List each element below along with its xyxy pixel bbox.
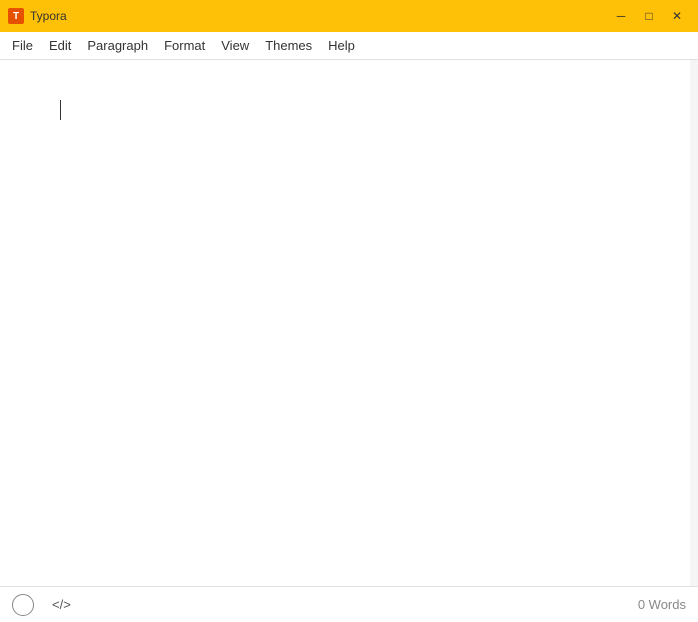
word-count: 0 Words	[638, 597, 686, 612]
editor-area[interactable]	[0, 60, 690, 586]
menu-item-format[interactable]: Format	[156, 34, 213, 57]
menu-item-file[interactable]: File	[4, 34, 41, 57]
menu-item-help[interactable]: Help	[320, 34, 363, 57]
source-code-button[interactable]: </>	[48, 595, 75, 614]
scrollbar[interactable]	[690, 60, 698, 586]
menu-item-paragraph[interactable]: Paragraph	[79, 34, 156, 57]
maximize-button[interactable]: □	[636, 6, 662, 26]
menu-item-edit[interactable]: Edit	[41, 34, 79, 57]
window-controls: ─ □ ✕	[608, 6, 690, 26]
main-content	[0, 60, 698, 586]
app-icon: T	[8, 8, 24, 24]
status-left: </>	[12, 594, 75, 616]
minimize-button[interactable]: ─	[608, 6, 634, 26]
text-cursor	[60, 100, 61, 120]
focus-mode-button[interactable]	[12, 594, 34, 616]
menu-item-view[interactable]: View	[213, 34, 257, 57]
title-bar: T Typora ─ □ ✕	[0, 0, 698, 32]
status-bar: </> 0 Words	[0, 586, 698, 622]
app-title: Typora	[30, 9, 608, 23]
menu-bar: File Edit Paragraph Format View Themes H…	[0, 32, 698, 60]
menu-item-themes[interactable]: Themes	[257, 34, 320, 57]
close-button[interactable]: ✕	[664, 6, 690, 26]
